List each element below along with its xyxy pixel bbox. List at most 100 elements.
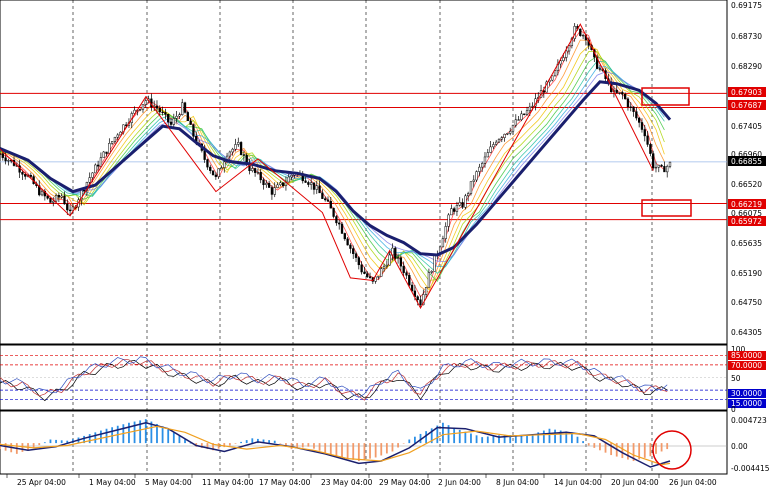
- candle-body: [520, 113, 523, 120]
- candle-body: [0, 153, 2, 155]
- macd-bar: [27, 443, 29, 450]
- macd-bar: [307, 443, 310, 447]
- candle-body: [621, 92, 624, 95]
- candle-body: [206, 159, 209, 168]
- macd-bar: [32, 443, 35, 448]
- candle-body: [7, 160, 10, 162]
- candle-body: [161, 111, 164, 114]
- macd-bar: [621, 443, 624, 459]
- rsi-levels: [0, 355, 727, 400]
- price-tick: 0.68730: [731, 32, 762, 41]
- time-label: 26 Jun 04:00: [669, 478, 717, 487]
- candle-body: [99, 157, 103, 167]
- candle-body: [211, 170, 215, 176]
- candle-body: [416, 296, 419, 300]
- chart-window: 0.69175 0.68730 0.68290 0.67405 0.66960 …: [0, 0, 770, 490]
- price-axis: 0.69175 0.68730 0.68290 0.67405 0.66960 …: [731, 1, 762, 337]
- candle-body: [377, 276, 380, 278]
- macd-bar: [279, 443, 282, 444]
- candle-body: [217, 168, 220, 177]
- candle-body: [164, 112, 167, 115]
- candle-body: [660, 164, 663, 167]
- macd-bar: [178, 435, 181, 444]
- macd-bar: [554, 429, 556, 444]
- rsi-line: [0, 356, 668, 398]
- candle-body: [410, 284, 414, 292]
- macd-bar: [38, 443, 41, 446]
- candle-body: [231, 148, 234, 153]
- macd-bar: [582, 441, 584, 444]
- macd-bar: [413, 436, 416, 444]
- macd-bar: [172, 432, 175, 444]
- candle-body: [281, 182, 285, 187]
- candle-body: [467, 193, 470, 197]
- svg-text:85.0000: 85.0000: [731, 351, 762, 360]
- macd-bar: [442, 422, 444, 444]
- macd-bar: [55, 439, 57, 444]
- candle-body: [517, 119, 520, 121]
- ma-ribbon: [0, 30, 665, 298]
- candle-body: [46, 195, 49, 199]
- macd-bar: [666, 443, 669, 450]
- svg-text:0.66855: 0.66855: [731, 157, 762, 166]
- candle-body: [262, 179, 265, 186]
- level-tag: 0.66219: [728, 199, 766, 209]
- macd-bar: [660, 443, 663, 452]
- macd-bar: [408, 439, 411, 444]
- macd-bar: [458, 429, 461, 444]
- macd-bar: [357, 443, 360, 462]
- macd-bar: [649, 443, 652, 457]
- candle-body: [643, 129, 646, 137]
- macd-bar: [167, 429, 170, 444]
- candle-body: [256, 172, 260, 174]
- candle-body: [623, 93, 627, 100]
- candle-body: [483, 156, 487, 164]
- candle-body: [458, 202, 461, 206]
- candle-body: [450, 208, 453, 216]
- macd-bar: [599, 443, 601, 451]
- candle-body: [189, 120, 192, 125]
- candle-body: [447, 214, 450, 227]
- candle-body: [452, 208, 456, 212]
- price-tick: 0.65190: [731, 269, 762, 278]
- candle-body: [270, 187, 274, 195]
- candle-body: [433, 255, 436, 272]
- macd-bar: [100, 430, 102, 444]
- candle-body: [500, 137, 503, 140]
- candle-body: [287, 176, 290, 183]
- candle-body: [91, 172, 94, 178]
- resistance-levels: [0, 92, 727, 221]
- candle-body: [525, 110, 529, 115]
- candle-body: [506, 133, 509, 135]
- candle-body: [441, 238, 445, 248]
- candle-body: [531, 105, 534, 108]
- candle-body: [405, 272, 408, 276]
- time-label: 5 May 04:00: [145, 478, 192, 487]
- candle-body: [279, 182, 282, 186]
- candle-body: [338, 222, 341, 225]
- macd-bar: [565, 431, 568, 444]
- candle-body: [646, 135, 649, 145]
- candle-body: [304, 180, 307, 183]
- macd-bar: [105, 428, 108, 444]
- macd-bar: [369, 443, 371, 459]
- candle-body: [464, 195, 467, 208]
- candle-body: [186, 112, 189, 122]
- macd-bar: [161, 426, 164, 444]
- candle-body: [509, 130, 512, 134]
- macd-bar: [604, 443, 607, 453]
- candle-body: [52, 200, 55, 203]
- macd-bar: [329, 443, 332, 455]
- candle-body: [366, 273, 369, 277]
- candle-body: [503, 133, 506, 138]
- highlight-box-lower: [641, 199, 692, 217]
- candle-body: [638, 117, 641, 123]
- candle-body: [192, 124, 195, 137]
- candle-body: [57, 194, 61, 198]
- candle-body: [139, 108, 142, 111]
- candle-body: [267, 182, 271, 188]
- macd-bar: [643, 443, 646, 458]
- macd-bar: [397, 443, 399, 448]
- macd-bar: [184, 439, 186, 444]
- price-tick: 0.69175: [731, 1, 762, 10]
